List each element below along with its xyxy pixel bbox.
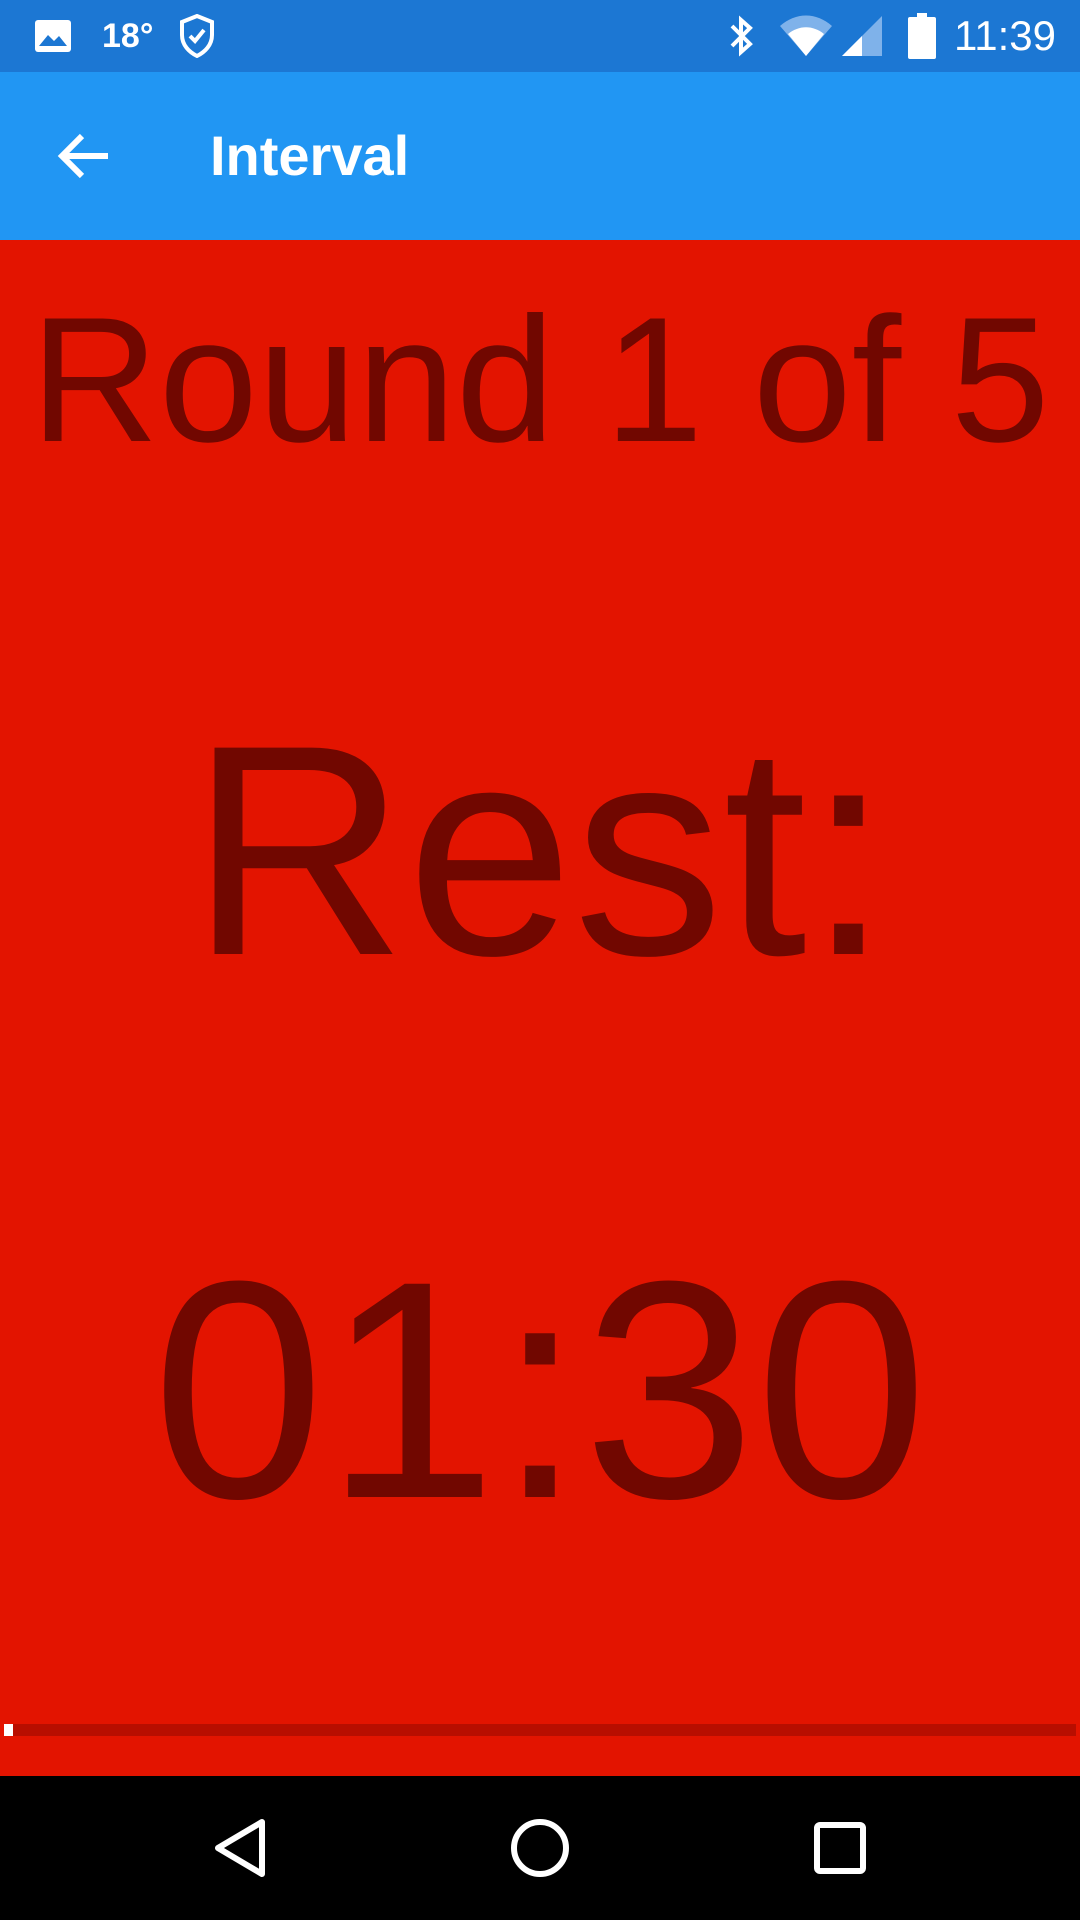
status-bar-left: 18° — [34, 0, 215, 72]
cell-signal-icon — [840, 14, 884, 58]
wifi-icon — [778, 14, 834, 58]
nav-back-icon — [215, 1819, 265, 1877]
countdown-timer: 01:30 — [152, 1216, 928, 1563]
battery-icon — [908, 13, 936, 59]
nav-recents-button[interactable] — [790, 1798, 890, 1898]
back-button[interactable] — [40, 112, 128, 200]
status-bar-right: 11:39 — [728, 0, 1056, 72]
shield-check-icon — [179, 14, 215, 58]
clock-label: 11:39 — [954, 12, 1056, 59]
status-bar: 18° 11:39 — [0, 0, 1080, 72]
arrow-left-icon — [57, 133, 108, 179]
nav-home-icon — [511, 1819, 569, 1877]
app-bar: Interval — [0, 72, 1080, 240]
page-title: Interval — [210, 124, 410, 187]
progress-bar — [4, 1724, 1076, 1736]
bluetooth-icon — [728, 14, 756, 58]
nav-recents-icon — [814, 1822, 866, 1874]
temperature-label: 18° — [102, 17, 154, 55]
progress-bar-fill — [4, 1724, 13, 1736]
image-icon — [34, 19, 72, 53]
round-counter: Round 1 of 5 — [30, 280, 1050, 479]
phase-label: Rest: — [189, 682, 891, 1018]
system-nav-bar — [0, 1776, 1080, 1920]
nav-home-button[interactable] — [490, 1798, 590, 1898]
interval-timer-panel: Round 1 of 5 Rest: 01:30 — [0, 240, 1080, 1776]
nav-back-button[interactable] — [190, 1798, 290, 1898]
screen: 18° 11:39 Interval Round 1 of 5 Rest: 01… — [0, 0, 1080, 1920]
